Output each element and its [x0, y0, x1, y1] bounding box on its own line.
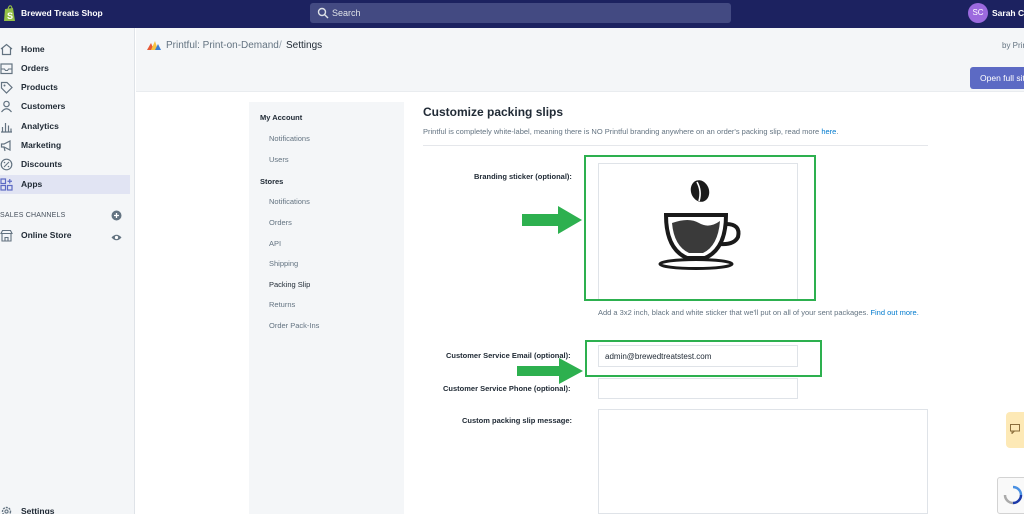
- page-description: Printful is completely white-label, mean…: [423, 127, 838, 136]
- sidebar-item-apps[interactable]: Apps: [0, 175, 130, 194]
- sidebar-item-label: Orders: [21, 63, 49, 73]
- sales-channels-title: SALES CHANNELS: [0, 212, 66, 219]
- read-more-link[interactable]: here: [821, 127, 836, 136]
- sidebar-item-orders[interactable]: Orders: [0, 59, 130, 78]
- customer-service-phone-field[interactable]: [598, 378, 798, 399]
- settings-item-store-notifications[interactable]: Notifications: [269, 197, 310, 206]
- printful-logo-icon: [147, 41, 161, 50]
- find-out-more-link[interactable]: Find out more.: [870, 308, 918, 317]
- phone-label: Customer Service Phone (optional):: [443, 384, 571, 393]
- sidebar-item-label: Customers: [21, 101, 66, 111]
- bar-chart-icon: [1, 123, 12, 133]
- breadcrumb-page: Settings: [286, 40, 323, 51]
- divider: [423, 145, 928, 146]
- sidebar-item-label: Apps: [21, 179, 43, 189]
- settings-item-shipping[interactable]: Shipping: [269, 259, 298, 268]
- settings-item-orders[interactable]: Orders: [269, 218, 292, 227]
- settings-nav: My Account Notifications Users Stores No…: [249, 102, 404, 514]
- email-highlight-box: [585, 340, 822, 377]
- settings-item-returns[interactable]: Returns: [269, 300, 295, 309]
- chat-widget-tab[interactable]: [1006, 412, 1024, 448]
- search-input[interactable]: Search: [310, 3, 731, 23]
- home-icon: [0, 43, 13, 56]
- sidebar-item-label: Marketing: [21, 140, 62, 150]
- avatar[interactable]: SC: [968, 3, 988, 23]
- sidebar: Home Orders Products Customers Analytics…: [0, 28, 135, 514]
- settings-item-account-notifications[interactable]: Notifications: [269, 134, 310, 143]
- settings-section-stores: Stores: [260, 177, 284, 186]
- arrow-right-icon: [522, 206, 582, 234]
- orders-icon: [0, 63, 13, 75]
- settings-item-packing-slip[interactable]: Packing Slip: [269, 280, 310, 289]
- sidebar-item-discounts[interactable]: Discounts: [0, 155, 130, 174]
- packing-slip-message-textarea[interactable]: [598, 409, 928, 514]
- gear-icon: [1, 506, 12, 514]
- megaphone-icon: [0, 140, 11, 152]
- description-end: .: [836, 127, 839, 136]
- sidebar-item-label: Products: [21, 82, 58, 92]
- svg-text:S: S: [7, 11, 13, 21]
- search-icon: [317, 7, 329, 19]
- branding-help: Add a 3x2 inch, black and white sticker …: [598, 308, 869, 317]
- open-full-site-button[interactable]: Open full sit: [970, 67, 1024, 89]
- sidebar-item-products[interactable]: Products: [0, 78, 130, 97]
- user-name[interactable]: Sarah Ch: [992, 8, 1024, 18]
- sticker-highlight-box: [584, 155, 816, 301]
- settings-item-users[interactable]: Users: [269, 155, 289, 164]
- recaptcha-badge[interactable]: [997, 477, 1024, 514]
- page-title: Customize packing slips: [423, 105, 564, 119]
- message-label: Custom packing slip message:: [462, 416, 573, 425]
- sidebar-item-home[interactable]: Home: [0, 40, 130, 59]
- sidebar-item-customers[interactable]: Customers: [0, 97, 130, 116]
- eye-icon[interactable]: [111, 232, 122, 243]
- sidebar-item-label: Analytics: [21, 121, 59, 131]
- tag-icon: [0, 81, 13, 94]
- arrow-right-icon: [517, 358, 583, 384]
- branding-sticker-label: Branding sticker (optional):: [474, 172, 572, 181]
- branding-help-text: Add a 3x2 inch, black and white sticker …: [598, 307, 928, 319]
- sidebar-item-label: Discounts: [21, 159, 63, 169]
- recaptcha-icon: [1003, 485, 1023, 505]
- search-placeholder: Search: [332, 8, 361, 18]
- breadcrumb-separator: /: [279, 40, 282, 51]
- settings-section-my-account: My Account: [260, 113, 303, 122]
- breadcrumb-app[interactable]: Printful: Print-on-Demand: [166, 40, 279, 51]
- settings-item-order-pack-ins[interactable]: Order Pack-Ins: [269, 321, 319, 330]
- apps-icon: [0, 178, 13, 191]
- discount-icon: [0, 158, 13, 171]
- app-developer[interactable]: by Prin: [1002, 41, 1024, 50]
- settings-item-api[interactable]: API: [269, 239, 281, 248]
- add-channel-plus-icon[interactable]: [111, 210, 122, 221]
- shop-name[interactable]: Brewed Treats Shop: [21, 8, 103, 18]
- sidebar-item-marketing[interactable]: Marketing: [0, 136, 130, 155]
- sidebar-item-settings[interactable]: Settings: [0, 502, 130, 514]
- person-icon: [1, 100, 12, 113]
- sidebar-item-label: Home: [21, 44, 45, 54]
- sidebar-item-label: Settings: [21, 506, 55, 514]
- description-text: Printful is completely white-label, mean…: [423, 127, 820, 136]
- chat-icon: [1010, 424, 1020, 434]
- sidebar-item-analytics[interactable]: Analytics: [0, 117, 130, 136]
- top-bar: S Brewed Treats Shop Search SC Sarah Ch: [0, 0, 1024, 28]
- sidebar-item-label: Online Store: [21, 230, 72, 240]
- app-header: Printful: Print-on-Demand / Settings by …: [136, 28, 1024, 92]
- shopify-logo-icon[interactable]: S: [3, 5, 16, 22]
- store-icon: [0, 229, 13, 242]
